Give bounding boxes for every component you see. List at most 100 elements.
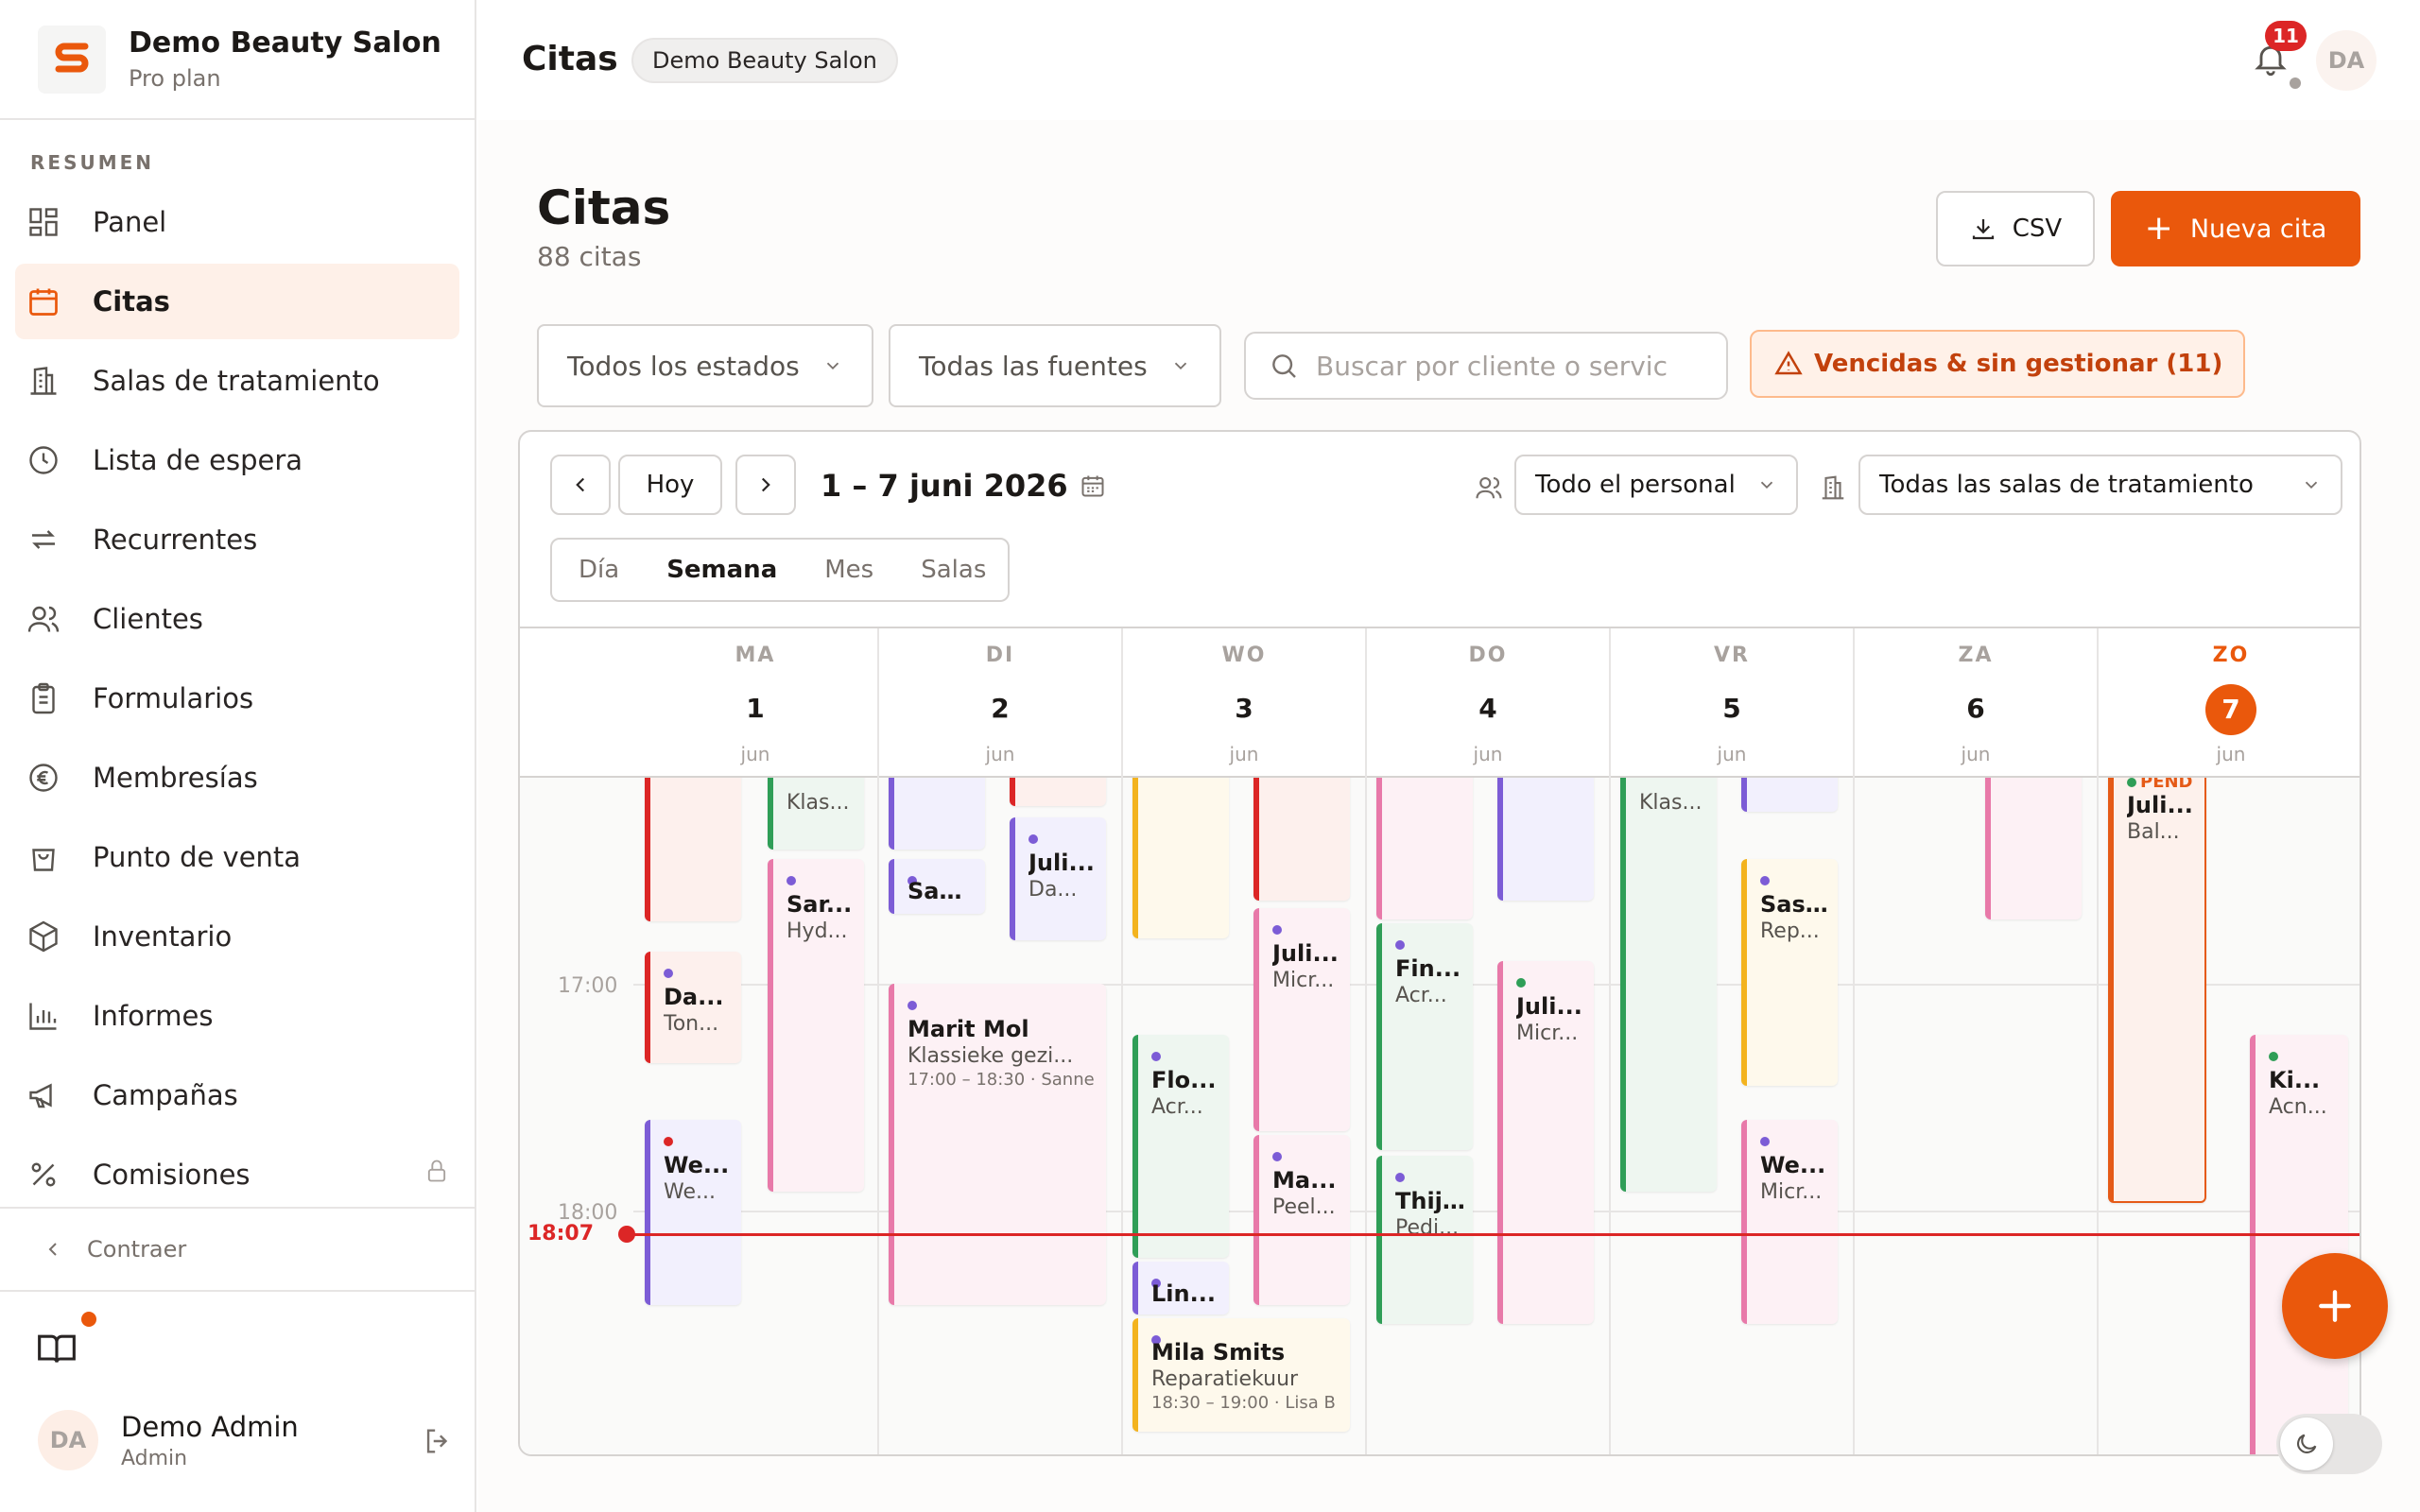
appointment-event[interactable]: Flo... Acr... bbox=[1132, 1035, 1229, 1258]
appointment-event[interactable]: We... Micr... bbox=[1741, 1120, 1838, 1324]
appointment-event[interactable] bbox=[1741, 778, 1838, 812]
appointment-event[interactable]: Juli... Micr... bbox=[1497, 961, 1594, 1324]
appointment-event[interactable]: Juli... Da... bbox=[1010, 817, 1106, 940]
appointment-event[interactable]: Thij... Pedi... bbox=[1376, 1156, 1473, 1324]
sidebar-item-comisiones[interactable]: Comisiones bbox=[15, 1137, 459, 1212]
csv-export-button[interactable]: CSV bbox=[1936, 191, 2095, 266]
brand-logo bbox=[38, 25, 106, 94]
appointment-event[interactable] bbox=[1376, 778, 1473, 919]
book-icon[interactable] bbox=[36, 1328, 78, 1373]
clipboard-icon bbox=[25, 679, 62, 717]
today-button[interactable]: Hoy bbox=[618, 455, 722, 515]
appointment-event[interactable]: Mila Smits Reparatiekuur 18:30 – 19:00 ·… bbox=[1132, 1318, 1350, 1432]
status-dot bbox=[1395, 1173, 1405, 1182]
appointment-event[interactable] bbox=[1132, 778, 1229, 938]
status-dot bbox=[2290, 77, 2301, 89]
logout-icon[interactable] bbox=[422, 1425, 454, 1461]
sidebar-item-citas[interactable]: Citas bbox=[15, 264, 459, 339]
sidebar-item-punto-venta[interactable]: Punto de venta bbox=[15, 819, 459, 895]
appointment-event[interactable] bbox=[1497, 778, 1594, 901]
appointment-event[interactable]: Sas... Rep... bbox=[1741, 859, 1838, 1086]
user-profile[interactable]: DA Demo Admin Admin bbox=[38, 1410, 454, 1470]
date-range-picker[interactable]: 1 – 7 juni 2026 bbox=[821, 468, 1106, 504]
event-title: We... bbox=[1760, 1152, 1826, 1178]
appointment-event[interactable]: Fin... Acr... bbox=[1376, 923, 1473, 1150]
appointment-event[interactable]: Ki... Acn... bbox=[2250, 1035, 2348, 1454]
calendar-grid[interactable]: 17:00 18:00 Da... Ton... We... We... Kla… bbox=[520, 778, 2360, 1454]
sidebar-item-formularios[interactable]: Formularios bbox=[15, 661, 459, 736]
plus-icon: + bbox=[2144, 209, 2173, 248]
users-icon bbox=[1475, 473, 1503, 506]
staff-select-value: Todo el personal bbox=[1535, 471, 1736, 499]
appointment-event[interactable]: Lin... bbox=[1132, 1262, 1229, 1314]
repeat-icon bbox=[25, 521, 62, 558]
sidebar-item-label: Recurrentes bbox=[93, 524, 258, 556]
overdue-filter-button[interactable]: Vencidas & sin gestionar (11) bbox=[1750, 330, 2245, 398]
status-dot bbox=[1151, 1052, 1161, 1061]
brand[interactable]: Demo Beauty Salon Pro plan bbox=[0, 0, 475, 120]
sidebar-item-salas[interactable]: Salas de tratamiento bbox=[15, 343, 459, 419]
day-header[interactable]: DI 2 jun bbox=[877, 628, 1121, 778]
salon-badge: Demo Beauty Salon bbox=[631, 38, 898, 83]
new-appointment-button[interactable]: + Nueva cita bbox=[2111, 191, 2360, 266]
sidebar-item-recurrentes[interactable]: Recurrentes bbox=[15, 502, 459, 577]
status-dot bbox=[664, 969, 673, 978]
appointment-event[interactable]: Da... Ton... bbox=[645, 952, 741, 1063]
status-filter-value: Todos los estados bbox=[567, 350, 800, 382]
dark-mode-toggle[interactable] bbox=[2276, 1414, 2382, 1474]
appointment-event[interactable]: Klas... bbox=[768, 778, 864, 850]
appointment-event[interactable] bbox=[1010, 778, 1106, 806]
appointment-event[interactable] bbox=[1253, 778, 1350, 901]
appointment-event[interactable]: Klas... bbox=[1620, 778, 1717, 1192]
appointment-event[interactable] bbox=[645, 778, 741, 921]
search-placeholder: Buscar por cliente o servic bbox=[1316, 350, 1668, 382]
sidebar-item-inventario[interactable]: Inventario bbox=[15, 899, 459, 974]
sidebar-item-panel[interactable]: Panel bbox=[15, 184, 459, 260]
tab-dia[interactable]: Día bbox=[579, 556, 619, 584]
day-header[interactable]: WO 3 jun bbox=[1121, 628, 1365, 778]
appointment-event[interactable]: Sar... Hyd... bbox=[768, 859, 864, 1192]
status-filter[interactable]: Todos los estados bbox=[537, 324, 873, 407]
sidebar-item-membresias[interactable]: Membresías bbox=[15, 740, 459, 816]
day-header[interactable]: DO 4 jun bbox=[1365, 628, 1609, 778]
avatar[interactable]: DA bbox=[2316, 30, 2377, 91]
appointment-event[interactable]: We... We... bbox=[645, 1120, 741, 1305]
collapse-sidebar-button[interactable]: Contraer bbox=[0, 1207, 475, 1292]
day-number: 3 bbox=[1235, 693, 1253, 724]
rooms-select[interactable]: Todas las salas de tratamiento bbox=[1858, 455, 2342, 515]
appointment-event[interactable] bbox=[1985, 778, 2082, 919]
prev-week-button[interactable] bbox=[550, 455, 611, 515]
appointment-event[interactable]: Marit Mol Klassieke gezi... 17:00 – 18:3… bbox=[889, 984, 1106, 1305]
source-filter[interactable]: Todas las fuentes bbox=[889, 324, 1221, 407]
appointment-event[interactable]: Juli... Micr... bbox=[1253, 908, 1350, 1131]
staff-select[interactable]: Todo el personal bbox=[1514, 455, 1798, 515]
sidebar-item-informes[interactable]: Informes bbox=[15, 978, 459, 1054]
sidebar-item-clientes[interactable]: Clientes bbox=[15, 581, 459, 657]
tab-semana[interactable]: Semana bbox=[666, 556, 777, 584]
status-dot bbox=[2127, 778, 2136, 787]
day-header[interactable]: ZA 6 jun bbox=[1853, 628, 2097, 778]
sidebar-item-lista-espera[interactable]: Lista de espera bbox=[15, 422, 459, 498]
day-header[interactable]: MA 1 jun bbox=[633, 628, 877, 778]
avatar: DA bbox=[38, 1410, 98, 1470]
chevron-left-icon bbox=[576, 477, 585, 492]
day-month: jun bbox=[2216, 743, 2246, 765]
tab-mes[interactable]: Mes bbox=[824, 556, 873, 584]
event-title: Fin... bbox=[1395, 955, 1461, 982]
day-header[interactable]: VR 5 jun bbox=[1609, 628, 1853, 778]
building-icon bbox=[1819, 473, 1847, 506]
appointment-event[interactable]: PEND Juli... Bal... bbox=[2108, 778, 2206, 1203]
add-appointment-fab[interactable] bbox=[2282, 1253, 2388, 1359]
next-week-button[interactable] bbox=[735, 455, 796, 515]
day-name: WO bbox=[1221, 644, 1267, 667]
search-input[interactable]: Buscar por cliente o servic bbox=[1244, 332, 1728, 400]
appointment-event[interactable] bbox=[889, 778, 985, 850]
toggle-knob bbox=[2280, 1418, 2333, 1470]
appointment-event[interactable]: Ma... Peel... bbox=[1253, 1135, 1350, 1305]
day-header-today[interactable]: ZO 7 jun bbox=[2097, 628, 2360, 778]
appointment-event[interactable]: San... bbox=[889, 859, 985, 914]
tab-salas[interactable]: Salas bbox=[921, 556, 986, 584]
day-number: 1 bbox=[746, 693, 765, 724]
sidebar-item-campanas[interactable]: Campañas bbox=[15, 1057, 459, 1133]
warning-icon bbox=[1774, 351, 1803, 375]
